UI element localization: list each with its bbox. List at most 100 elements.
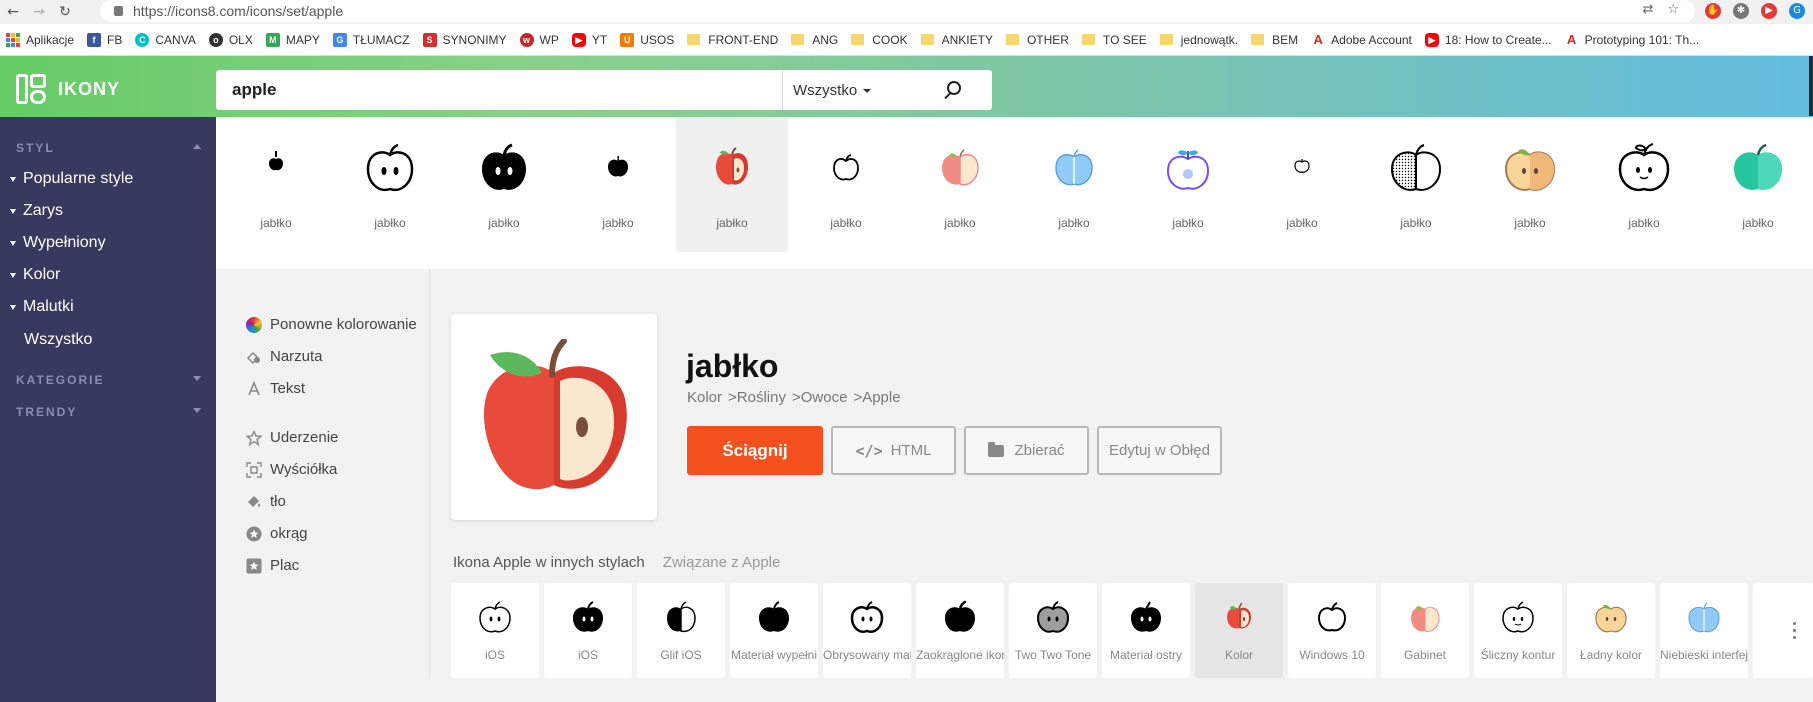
sidebar-item-wszystko[interactable]: Wszystko — [24, 331, 92, 349]
extension-icon[interactable]: ✋ — [1705, 3, 1721, 19]
style-tile[interactable]: Ładny kolor — [1567, 583, 1655, 678]
style-tile[interactable]: Zaokrąglone ikor — [916, 583, 1004, 678]
result-icon-tile[interactable]: jabłko — [1132, 117, 1244, 252]
style-tile[interactable]: Niebieski interfej — [1660, 583, 1748, 678]
bookmark-tlumacz[interactable]: G TŁUMACZ — [332, 32, 410, 47]
sidebar-item-malutki[interactable]: Malutki — [10, 298, 74, 316]
chevron-down-icon — [193, 376, 201, 381]
reload-icon[interactable]: ↻ — [52, 4, 78, 20]
translate-icon[interactable]: ⇄ — [1642, 2, 1653, 17]
bookmark-folder[interactable]: ANG — [791, 33, 838, 47]
bookmark-yt[interactable]: ▶ YT — [571, 32, 607, 47]
style-tile[interactable]: Materiał ostry — [1102, 583, 1190, 678]
download-button[interactable]: Ściągnij — [687, 426, 823, 475]
collect-button[interactable]: Zbierać — [964, 426, 1089, 475]
breadcrumb-item[interactable]: Kolor — [687, 389, 722, 406]
breadcrumb-item[interactable]: >Owoce — [792, 389, 847, 406]
bookmark-folder[interactable]: OTHER — [1005, 33, 1069, 47]
style-tile[interactable]: Windows 10 — [1288, 583, 1376, 678]
result-icon-tile[interactable]: jabłko — [790, 117, 902, 252]
tab-other-styles[interactable]: Ikona Apple w innych stylach — [453, 554, 645, 571]
breadcrumb-item[interactable]: >Rośliny — [728, 389, 786, 406]
style-tile[interactable]: iOS — [544, 583, 632, 678]
sidebar-item-popularne[interactable]: Popularne style — [10, 170, 133, 188]
bookmark-olx[interactable]: o OLX — [208, 32, 253, 47]
extension-icon[interactable]: ✱ — [1733, 3, 1749, 19]
caret-icon — [10, 240, 16, 246]
address-bar[interactable]: https://icons8.com/icons/set/apple ⇄ ☆ — [100, 0, 1695, 22]
style-tile-selected[interactable]: Kolor — [1195, 583, 1283, 678]
result-icon-tile[interactable]: jabłko — [562, 117, 674, 252]
bookmark-folder[interactable]: ANKIETY — [920, 33, 993, 47]
result-icon-tile[interactable]: jabłko — [1474, 117, 1586, 252]
folder-icon — [988, 441, 1005, 457]
filter-select[interactable]: Wszystko — [783, 82, 933, 99]
extension-icon[interactable]: G — [1789, 3, 1805, 19]
result-icon-tile[interactable]: jabłko — [448, 117, 560, 252]
forward-icon[interactable]: → — [26, 4, 52, 20]
bookmark-fb[interactable]: f FB — [87, 32, 122, 47]
bookmark-mapy[interactable]: M MAPY — [265, 32, 320, 47]
bookmark-star-icon[interactable]: ☆ — [1667, 2, 1679, 17]
result-icon-label: jabłko — [1286, 216, 1318, 230]
style-tile[interactable]: Two Two Tone — [1009, 583, 1097, 678]
result-icon-tile[interactable]: jabłko — [1246, 117, 1358, 252]
search-input[interactable] — [216, 70, 782, 110]
bookmark-usos[interactable]: U USOS — [620, 32, 674, 47]
tool-background[interactable]: tło — [246, 493, 286, 510]
bookmark-apps[interactable]: Aplikacje — [6, 32, 74, 47]
sidebar-item-zarys[interactable]: Zarys — [10, 202, 63, 220]
tool-circle[interactable]: okrąg — [246, 525, 308, 542]
html-button[interactable]: </> HTML — [831, 426, 956, 475]
tool-padding[interactable]: Wyściółka — [246, 461, 337, 478]
tool-recolor[interactable]: Ponowne kolorowanie — [246, 316, 417, 333]
bookmark-folder[interactable]: FRONT-END — [687, 33, 778, 47]
extension-icon[interactable]: ▶ — [1761, 3, 1777, 19]
style-tile[interactable]: Glif iOS — [637, 583, 725, 678]
sidebar-section-trends[interactable]: TRENDY — [16, 405, 201, 419]
result-icon-tile[interactable]: jabłko — [220, 117, 332, 252]
back-icon[interactable]: ← — [0, 4, 26, 20]
style-tile[interactable]: iOS — [451, 583, 539, 678]
result-icon-tile[interactable]: jabłko — [1702, 117, 1813, 252]
bookmark-adobe[interactable]: A Adobe Account — [1311, 32, 1412, 47]
bookmark-synonimy[interactable]: S SYNONIMY — [422, 32, 507, 47]
tool-square[interactable]: Plac — [246, 557, 299, 574]
bookmark-wp[interactable]: w WP — [519, 32, 559, 47]
tool-stroke[interactable]: Uderzenie — [245, 429, 338, 446]
sidebar-section-style[interactable]: STYL — [16, 141, 201, 155]
bookmark-adobe-prototyping[interactable]: A Prototyping 101: Th... — [1564, 32, 1699, 47]
more-vertical-icon[interactable] — [1793, 622, 1799, 643]
search-icon[interactable] — [933, 70, 973, 110]
style-tile[interactable]: Gabinet — [1381, 583, 1469, 678]
style-label: Windows 10 — [1299, 648, 1365, 662]
bookmark-folder[interactable]: BEM — [1251, 33, 1298, 47]
bookmark-folder[interactable]: TO SEE — [1081, 33, 1147, 47]
sidebar-item-wypelniony[interactable]: Wypełniony — [10, 234, 106, 252]
apple-win10-icon — [833, 154, 859, 181]
style-tile[interactable]: Materiał wypełni — [730, 583, 818, 678]
bookmark-folder[interactable]: jednowątk. — [1159, 33, 1238, 47]
tool-overlay[interactable]: Narzuta — [246, 348, 323, 365]
edit-button[interactable]: Edytuj w Obłęd — [1097, 426, 1222, 475]
style-tile[interactable]: Obrysowany mat — [823, 583, 911, 678]
result-icon-tile[interactable]: jabłko — [904, 117, 1016, 252]
site-logo[interactable]: IKONY — [16, 74, 120, 104]
bookmark-folder[interactable]: COOK — [851, 33, 908, 47]
tool-text[interactable]: Tekst — [246, 380, 305, 397]
style-tile[interactable]: Śliczny kontur — [1474, 583, 1562, 678]
result-icon-tile[interactable]: jabłko — [1360, 117, 1472, 252]
result-icon-tile[interactable]: jabłko — [1018, 117, 1130, 252]
bookmark-canva[interactable]: C CANVA — [135, 32, 196, 47]
bookmark-youtube-video[interactable]: ▶ 18: How to Create... — [1424, 32, 1552, 47]
breadcrumb-item[interactable]: >Apple — [853, 389, 900, 406]
sidebar-section-categories[interactable]: KATEGORIE — [16, 373, 201, 387]
style-tile-partial[interactable] — [1753, 583, 1813, 678]
result-icon-tile[interactable]: jabłko — [334, 117, 446, 252]
tab-related[interactable]: Związane z Apple — [663, 554, 781, 571]
result-icon-tile[interactable]: jabłko — [1588, 117, 1700, 252]
result-icon-tile-selected[interactable]: jabłko — [676, 117, 788, 252]
icon-preview — [451, 314, 657, 520]
sidebar-item-kolor[interactable]: Kolor — [10, 266, 60, 284]
apple-small-icon — [608, 156, 628, 177]
